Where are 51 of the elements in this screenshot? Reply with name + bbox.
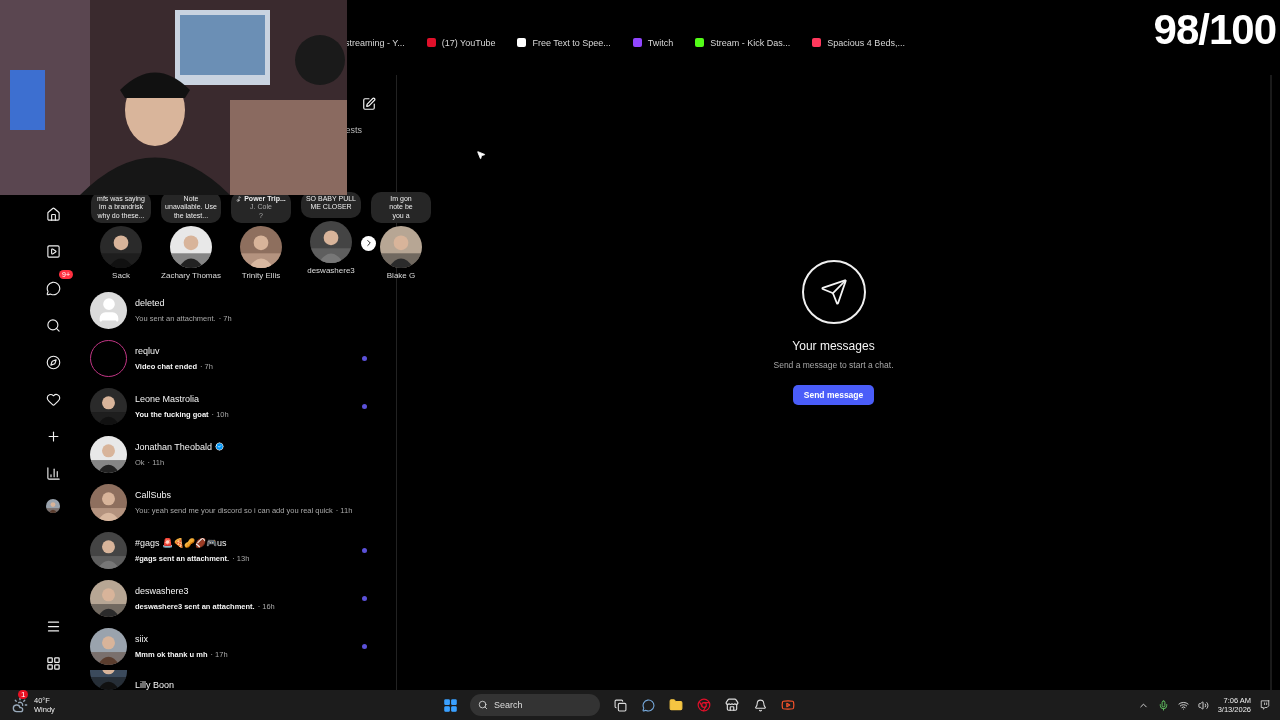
- note-name: Blake G: [386, 271, 416, 280]
- start-icon[interactable]: [442, 697, 458, 713]
- contact-name: Jonathan Theobald: [135, 441, 212, 452]
- app-icon[interactable]: [752, 697, 768, 713]
- browser-icon[interactable]: [696, 697, 712, 713]
- note-name: Trinity Ellis: [241, 271, 281, 280]
- empty-title: Your messages: [792, 339, 875, 353]
- microphone-icon[interactable]: [1157, 699, 1169, 711]
- next-button[interactable]: [361, 235, 376, 251]
- unread-dot: [362, 355, 367, 361]
- unread-dot: [362, 643, 367, 649]
- note-name: Sack: [112, 271, 130, 280]
- send-message-button[interactable]: Send message: [792, 385, 875, 405]
- cursor-icon: [476, 150, 486, 160]
- taskbar-search[interactable]: Search: [470, 694, 600, 716]
- contact-name: Lilly Boon: [135, 680, 175, 690]
- bookmark[interactable]: (17) YouTube: [426, 37, 496, 48]
- unread-dot: [362, 547, 367, 553]
- weather-icon[interactable]: [12, 697, 28, 713]
- conversation-row[interactable]: Lilly Boon: [90, 670, 396, 690]
- volume-icon[interactable]: [1197, 699, 1209, 711]
- bookmark[interactable]: Stream - Kick Das...: [695, 37, 791, 48]
- wifi-icon[interactable]: [1177, 699, 1189, 711]
- contact-name: siix: [135, 633, 148, 644]
- weather-badge: 1: [18, 690, 29, 699]
- avatar-ring: [90, 339, 127, 377]
- bookmark[interactable]: streaming - Y...: [345, 37, 405, 48]
- empty-subtitle: Send a message to start a chat.: [773, 360, 894, 370]
- compose-icon[interactable]: [362, 97, 376, 111]
- avatar-icon: [90, 291, 127, 329]
- score-text: 98/100: [1153, 6, 1276, 54]
- contact-name: #gags 🚨🍕🥜🏈🎮us: [135, 537, 227, 548]
- music-icon: [236, 195, 243, 202]
- unread-dot: [362, 595, 367, 601]
- bookmark[interactable]: Twitch: [632, 37, 674, 48]
- folder-icon[interactable]: [668, 697, 684, 713]
- note-name: Zachary Thomas: [161, 271, 221, 280]
- contact-name: deswashere3: [135, 585, 189, 596]
- bookmark[interactable]: Spacious 4 Beds,...: [812, 37, 905, 48]
- messenger-icon: [801, 260, 866, 324]
- task-view-icon[interactable]: [612, 697, 628, 713]
- bookmark[interactable]: Free Text to Spee...: [517, 37, 611, 48]
- contact-name: deleted: [135, 297, 165, 308]
- contact-name: reqluv: [135, 345, 160, 356]
- contact-name: CallSubs: [135, 489, 172, 500]
- notification-icon[interactable]: [1260, 700, 1270, 710]
- search-icon: [478, 700, 488, 710]
- store-icon[interactable]: [724, 697, 740, 713]
- contact-name: Leone Mastrolia: [135, 393, 200, 404]
- unread-dot: [362, 403, 367, 409]
- note-name: deswashere3: [307, 265, 355, 275]
